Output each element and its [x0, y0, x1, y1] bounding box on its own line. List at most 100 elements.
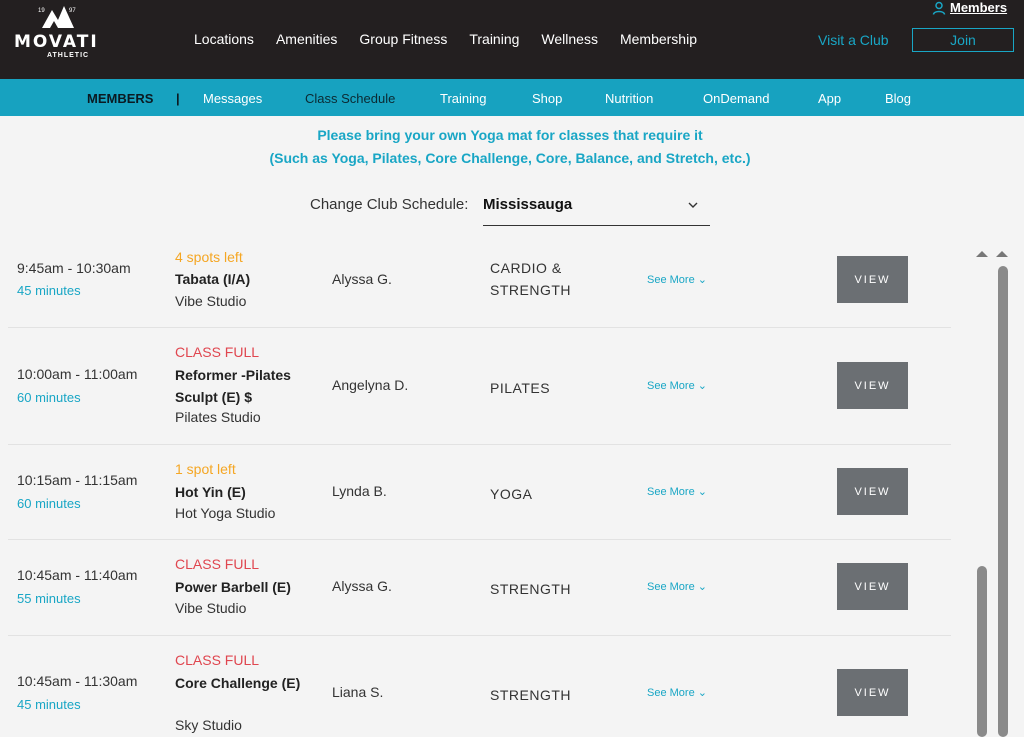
view-class-button[interactable]: VIEW	[837, 256, 908, 303]
class-instructor: Lynda B.	[332, 483, 387, 499]
join-button[interactable]: Join	[912, 28, 1014, 52]
class-status: CLASS FULL	[175, 556, 260, 572]
see-more-label: See More	[647, 274, 695, 286]
club-select-value: Mississauga	[483, 196, 573, 213]
class-time: 9:45am - 10:30am	[17, 260, 131, 276]
class-duration: 60 minutes	[17, 496, 81, 511]
top-header: 19 97 MOVATI ATHLETIC Locations Amenitie…	[0, 0, 1024, 79]
chevron-down-icon: ⌄	[697, 380, 707, 392]
see-more-link[interactable]: See More ⌄	[647, 686, 707, 699]
class-category: YOGA	[490, 486, 533, 502]
view-class-button[interactable]: VIEW	[837, 362, 908, 409]
subnav-class-schedule[interactable]: Class Schedule	[305, 91, 395, 106]
view-class-button[interactable]: VIEW	[837, 563, 908, 610]
class-status: CLASS FULL	[175, 344, 260, 360]
class-instructor: Alyssa G.	[332, 271, 392, 287]
scroll-up-arrow-icon[interactable]	[976, 251, 988, 257]
class-name[interactable]: Reformer -Pilates Sculpt (E) $	[175, 364, 320, 408]
view-class-button[interactable]: VIEW	[837, 468, 908, 515]
class-row: 10:45am - 11:30am 45 minutes CLASS FULL …	[8, 636, 951, 737]
see-more-label: See More	[647, 380, 695, 392]
class-status: 1 spot left	[175, 461, 236, 477]
scroll-up-arrow-icon[interactable]	[996, 251, 1008, 257]
class-studio: Pilates Studio	[175, 409, 261, 425]
class-status: 4 spots left	[175, 249, 243, 265]
class-studio: Vibe Studio	[175, 600, 247, 616]
class-name[interactable]: Tabata (I/A)	[175, 268, 320, 290]
subnav-blog[interactable]: Blog	[885, 91, 911, 106]
class-name[interactable]: Power Barbell (E)	[175, 576, 320, 598]
subnav-shop[interactable]: Shop	[532, 91, 562, 106]
subnav-training[interactable]: Training	[440, 91, 486, 106]
class-time: 10:00am - 11:00am	[17, 366, 138, 382]
members-subnav: MEMBERS | Messages Class Schedule Traini…	[0, 79, 1024, 116]
notice-line-1: Please bring your own Yoga mat for class…	[317, 127, 703, 143]
yoga-mat-notice: Please bring your own Yoga mat for class…	[0, 124, 1020, 170]
class-duration: 55 minutes	[17, 591, 81, 606]
nav-training[interactable]: Training	[469, 31, 519, 47]
see-more-label: See More	[647, 581, 695, 593]
class-row: 10:15am - 11:15am 60 minutes 1 spot left…	[8, 445, 951, 540]
class-schedule-list: 9:45am - 10:30am 45 minutes 4 spots left…	[8, 244, 951, 737]
chevron-down-icon: ⌄	[697, 687, 707, 699]
logo-year-right: 97	[69, 8, 76, 14]
view-class-button[interactable]: VIEW	[837, 669, 908, 716]
class-category: CARDIO & STRENGTH	[490, 260, 571, 298]
class-name[interactable]: Core Challenge (E)	[175, 672, 320, 694]
subnav-messages[interactable]: Messages	[203, 91, 262, 106]
subnav-separator: |	[176, 91, 180, 106]
user-icon	[932, 1, 946, 15]
chevron-down-icon: ⌄	[697, 274, 707, 286]
chevron-down-icon	[688, 202, 698, 208]
logo-wordmark: MOVATI	[14, 32, 99, 52]
class-studio: Sky Studio	[175, 717, 242, 733]
class-time: 10:15am - 11:15am	[17, 472, 138, 488]
nav-amenities[interactable]: Amenities	[276, 31, 337, 47]
see-more-link[interactable]: See More ⌄	[647, 580, 707, 593]
class-category: PILATES	[490, 380, 551, 396]
nav-wellness[interactable]: Wellness	[541, 31, 598, 47]
see-more-label: See More	[647, 687, 695, 699]
movati-logo[interactable]: 19 97 MOVATI ATHLETIC	[14, 4, 104, 64]
list-scrollbar-thumb[interactable]	[977, 566, 987, 737]
class-time: 10:45am - 11:40am	[17, 567, 138, 583]
members-login-link[interactable]: Members	[932, 0, 1007, 15]
chevron-down-icon: ⌄	[697, 486, 707, 498]
class-name[interactable]: Hot Yin (E)	[175, 481, 320, 503]
main-nav: Locations Amenities Group Fitness Traini…	[194, 31, 719, 47]
subnav-ondemand[interactable]: OnDemand	[703, 91, 769, 106]
class-duration: 45 minutes	[17, 697, 81, 712]
visit-club-link[interactable]: Visit a Club	[818, 32, 889, 48]
subnav-app[interactable]: App	[818, 91, 841, 106]
members-label: Members	[950, 0, 1008, 15]
nav-membership[interactable]: Membership	[620, 31, 697, 47]
subnav-nutrition[interactable]: Nutrition	[605, 91, 653, 106]
see-more-link[interactable]: See More ⌄	[647, 379, 707, 392]
class-time: 10:45am - 11:30am	[17, 673, 138, 689]
subnav-title: MEMBERS	[87, 91, 154, 106]
class-studio: Hot Yoga Studio	[175, 505, 276, 521]
class-duration: 60 minutes	[17, 390, 81, 405]
notice-line-2: (Such as Yoga, Pilates, Core Challenge, …	[269, 150, 751, 166]
class-studio: Vibe Studio	[175, 293, 247, 309]
class-instructor: Liana S.	[332, 684, 384, 700]
class-row: 10:45am - 11:40am 55 minutes CLASS FULL …	[8, 540, 951, 636]
club-select-label: Change Club Schedule:	[310, 196, 469, 213]
nav-group-fitness[interactable]: Group Fitness	[359, 31, 447, 47]
logo-year-left: 19	[38, 8, 45, 14]
class-row: 10:00am - 11:00am 60 minutes CLASS FULL …	[8, 328, 951, 445]
nav-locations[interactable]: Locations	[194, 31, 254, 47]
chevron-down-icon: ⌄	[697, 581, 707, 593]
see-more-link[interactable]: See More ⌄	[647, 273, 707, 286]
see-more-link[interactable]: See More ⌄	[647, 485, 707, 498]
class-instructor: Angelyna D.	[332, 377, 409, 393]
logo-subtitle: ATHLETIC	[47, 52, 90, 59]
class-row: 9:45am - 10:30am 45 minutes 4 spots left…	[8, 244, 951, 328]
see-more-label: See More	[647, 486, 695, 498]
club-select-dropdown[interactable]: Mississauga	[483, 190, 710, 226]
class-status: CLASS FULL	[175, 652, 260, 668]
class-duration: 45 minutes	[17, 283, 81, 298]
class-category: STRENGTH	[490, 581, 571, 597]
page-scrollbar-thumb[interactable]	[998, 266, 1008, 737]
class-category: STRENGTH	[490, 687, 571, 703]
